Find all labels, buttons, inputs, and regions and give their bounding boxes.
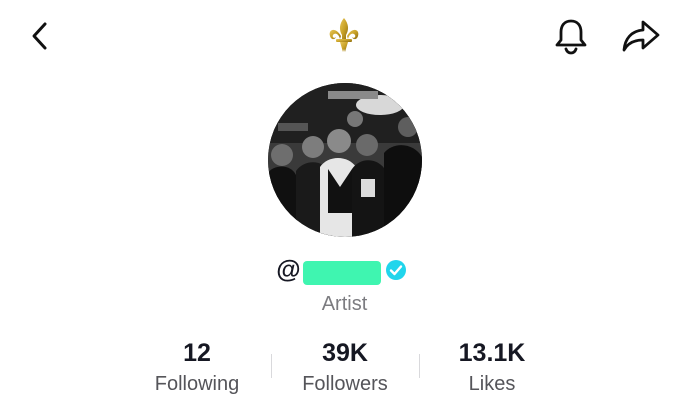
bell-icon: [555, 19, 587, 55]
profile-bio: Artist: [321, 293, 368, 315]
at-symbol: @: [276, 255, 301, 284]
back-button[interactable]: [20, 14, 60, 58]
following-label: Following: [154, 373, 240, 395]
likes-stat[interactable]: 13.1K Likes: [417, 336, 567, 398]
chevron-left-icon: [32, 22, 47, 50]
followers-count: 39K: [322, 339, 368, 367]
username-row: @: [0, 250, 689, 290]
followers-label: Followers: [302, 373, 388, 395]
redacted-username: [302, 261, 381, 285]
top-navigation-bar: [0, 0, 689, 72]
verified-check-icon: [385, 260, 406, 280]
followers-stat[interactable]: 39K Followers: [270, 336, 420, 398]
following-count: 12: [183, 339, 211, 367]
fleur-de-lis-icon: [326, 16, 362, 54]
share-button[interactable]: [616, 14, 666, 58]
profile-avatar[interactable]: [268, 83, 422, 237]
likes-label: Likes: [468, 373, 516, 395]
notifications-button[interactable]: [548, 14, 594, 58]
following-stat[interactable]: 12 Following: [122, 336, 272, 398]
share-arrow-icon: [622, 20, 660, 52]
likes-count: 13.1K: [458, 339, 526, 367]
profile-stats: 12 Following 39K Followers 13.1K Likes: [0, 336, 689, 400]
